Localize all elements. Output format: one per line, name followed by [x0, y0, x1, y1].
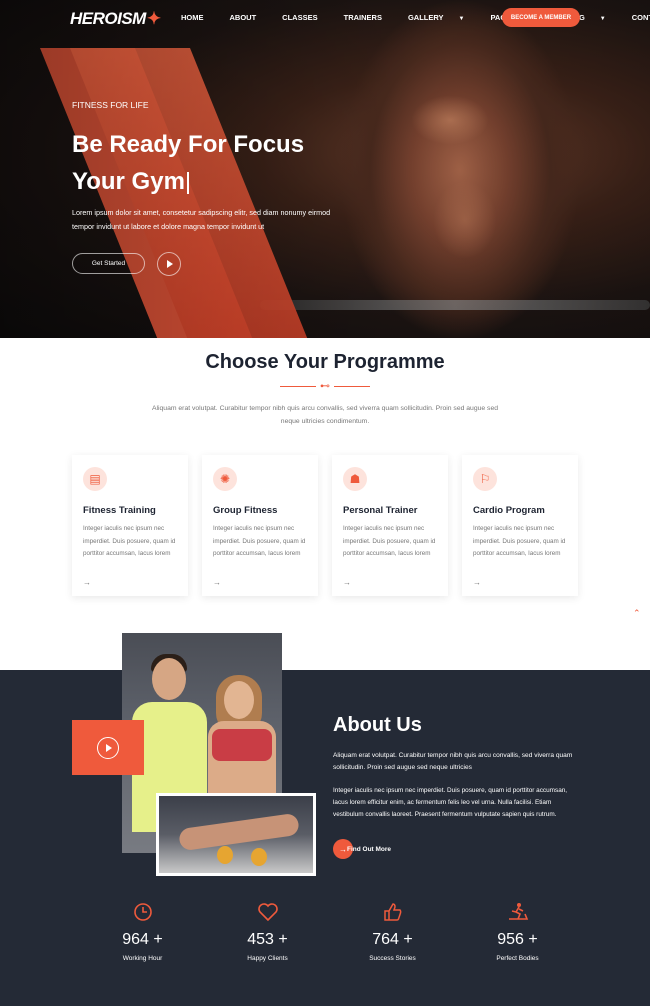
become-member-button[interactable]: BECOME A MEMBER: [502, 8, 580, 27]
stat-value: 453 +: [247, 931, 288, 948]
photo-shape: [152, 658, 186, 700]
menu-item-about[interactable]: ABOUT: [230, 13, 270, 22]
menu-item-label: CONTACT: [631, 13, 650, 22]
card-text: Integer iaculis nec ipsum nec imperdiet.…: [343, 525, 436, 557]
about-workout-photo: [156, 793, 316, 876]
clipboard-icon: ▤: [83, 467, 107, 491]
hero-title-line2: Your Gym: [72, 168, 185, 195]
logo-runner-icon: ✦: [146, 9, 161, 28]
about-paragraph-1: Aliquam erat volutpat. Curabitur tempor …: [333, 752, 573, 771]
card-text: Integer iaculis nec ipsum nec imperdiet.…: [473, 525, 566, 557]
stat-label: Perfect Bodies: [496, 955, 539, 962]
stat-perfect-bodies: 956 + Perfect Bodies: [455, 901, 580, 962]
menu-item-label: GALLERY: [407, 13, 444, 22]
thumbs-up-icon: [330, 901, 455, 923]
stat-value: 764 +: [372, 931, 413, 948]
about-title: About Us: [333, 714, 422, 736]
kettlebell-shape: [251, 848, 267, 866]
menu-item-classes[interactable]: CLASSES: [282, 13, 330, 22]
dumbbell-icon: ⊷: [316, 380, 334, 392]
stat-success-stories: 764 + Success Stories: [330, 901, 455, 962]
get-started-button[interactable]: Get Started: [72, 253, 145, 274]
about-video-box[interactable]: [72, 720, 144, 775]
group-fitness-icon: ✺: [213, 467, 237, 491]
menu-item-gallery[interactable]: GALLERY ▼: [408, 13, 478, 22]
menu-item-home[interactable]: HOME: [181, 13, 217, 22]
menu-item-label: CLASSES: [282, 13, 318, 22]
programme-card-personal-trainer[interactable]: ☗ Personal Trainer Integer iaculis nec i…: [332, 455, 448, 596]
menu-item-contact[interactable]: CONTACT: [632, 13, 650, 22]
menu-item-label: HOME: [181, 13, 204, 22]
clock-icon: [80, 901, 205, 923]
programme-cards: ▤ Fitness Training Integer iaculis nec i…: [72, 455, 578, 596]
menu-item-trainers[interactable]: TRAINERS: [344, 13, 395, 22]
arrow-right-icon[interactable]: →: [343, 578, 351, 587]
arrow-right-icon[interactable]: →: [473, 578, 481, 587]
arrow-right-icon[interactable]: →: [213, 578, 221, 587]
find-out-more-button[interactable]: → Find Out More: [333, 839, 391, 859]
photo-shape: [212, 729, 272, 761]
photo-shape: [178, 812, 300, 852]
logo-text: HEROISM: [70, 9, 146, 28]
play-video-button[interactable]: [157, 252, 181, 276]
hero-title: Be Ready For Focus Your Gym: [72, 126, 332, 200]
stat-value: 956 +: [497, 931, 538, 948]
treadmill-runner-icon: [455, 901, 580, 923]
treadmill-icon: ⚐: [473, 467, 497, 491]
menu-item-label: TRAINERS: [343, 13, 382, 22]
scroll-to-top-icon[interactable]: ⌃: [633, 608, 641, 619]
weightlifter-icon: ☗: [343, 467, 367, 491]
about-paragraph-2: Integer iaculis nec ipsum nec imperdiet.…: [333, 787, 568, 818]
stat-label: Success Stories: [369, 955, 416, 962]
arrow-right-icon[interactable]: →: [83, 578, 91, 587]
stats-row: 964 + Working Hour 453 + Happy Clients 7…: [80, 901, 580, 962]
stat-value: 964 +: [122, 931, 163, 948]
stat-happy-clients: 453 + Happy Clients: [205, 901, 330, 962]
find-out-more-label: Find Out More: [347, 845, 392, 853]
programme-title: Choose Your Programme: [205, 351, 445, 373]
stat-working-hour: 964 + Working Hour: [80, 901, 205, 962]
card-title: Personal Trainer: [343, 505, 418, 516]
card-text: Integer iaculis nec ipsum nec imperdiet.…: [213, 525, 306, 557]
card-title: Group Fitness: [213, 505, 278, 516]
site-logo[interactable]: HEROISM✦: [70, 9, 161, 29]
card-title: Cardio Program: [473, 505, 545, 516]
typing-cursor: [186, 171, 189, 194]
programme-card-cardio-program[interactable]: ⚐ Cardio Program Integer iaculis nec ips…: [462, 455, 578, 596]
hero-tagline: FITNESS FOR LIFE: [72, 100, 149, 110]
chevron-down-icon: ▼: [458, 16, 465, 22]
top-navigation: HEROISM✦ HOME ABOUT CLASSES TRAINERS GAL…: [0, 0, 650, 36]
photo-shape: [224, 681, 254, 719]
hero-title-line1: Be Ready For Focus: [72, 131, 305, 158]
card-text: Integer iaculis nec ipsum nec imperdiet.…: [83, 525, 176, 557]
programme-card-group-fitness[interactable]: ✺ Group Fitness Integer iaculis nec ipsu…: [202, 455, 318, 596]
programme-subtitle: Aliquam erat volutpat. Curabitur tempor …: [151, 405, 499, 425]
heart-icon: [205, 901, 330, 923]
programme-card-fitness-training[interactable]: ▤ Fitness Training Integer iaculis nec i…: [72, 455, 188, 596]
stat-label: Happy Clients: [247, 955, 288, 962]
card-title: Fitness Training: [83, 505, 156, 516]
play-icon: [167, 260, 173, 268]
chevron-down-icon: ▼: [599, 16, 606, 22]
kettlebell-shape: [217, 846, 233, 864]
play-video-button[interactable]: [97, 736, 119, 759]
play-icon: [106, 743, 112, 752]
menu-item-label: ABOUT: [229, 13, 257, 22]
hero-description: Lorem ipsum dolor sit amet, consetetur s…: [72, 208, 331, 231]
stat-label: Working Hour: [122, 955, 163, 962]
